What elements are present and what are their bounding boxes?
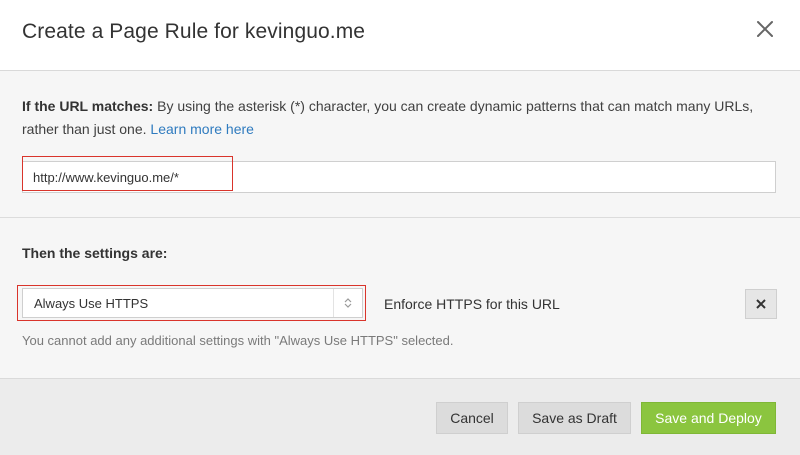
close-icon [756, 299, 766, 309]
modal-title: Create a Page Rule for kevinguo.me [22, 20, 366, 43]
settings-section: Then the settings are: Always Use HTTPS … [0, 218, 800, 378]
remove-setting-button[interactable] [745, 289, 777, 319]
modal-header: Create a Page Rule for kevinguo.me [0, 0, 800, 71]
settings-note: You cannot add any additional settings w… [22, 333, 454, 348]
setting-select[interactable]: Always Use HTTPS [22, 288, 363, 318]
cancel-button[interactable]: Cancel [436, 402, 508, 434]
url-match-section: If the URL matches: By using the asteris… [0, 71, 800, 218]
save-deploy-button[interactable]: Save and Deploy [641, 402, 776, 434]
setting-description: Enforce HTTPS for this URL [384, 296, 560, 312]
setting-select-value: Always Use HTTPS [34, 296, 149, 311]
url-pattern-input[interactable] [22, 161, 776, 193]
learn-more-link[interactable]: Learn more here [150, 121, 254, 137]
save-draft-button[interactable]: Save as Draft [518, 402, 631, 434]
page-rule-modal: Create a Page Rule for kevinguo.me If th… [0, 0, 800, 455]
url-match-label: If the URL matches: [22, 98, 154, 114]
close-icon[interactable] [754, 18, 776, 40]
settings-title: Then the settings are: [22, 245, 168, 261]
select-arrows-icon [333, 289, 362, 317]
url-match-description: If the URL matches: By using the asteris… [22, 95, 782, 141]
modal-footer: Cancel Save as Draft Save and Deploy [0, 378, 800, 455]
